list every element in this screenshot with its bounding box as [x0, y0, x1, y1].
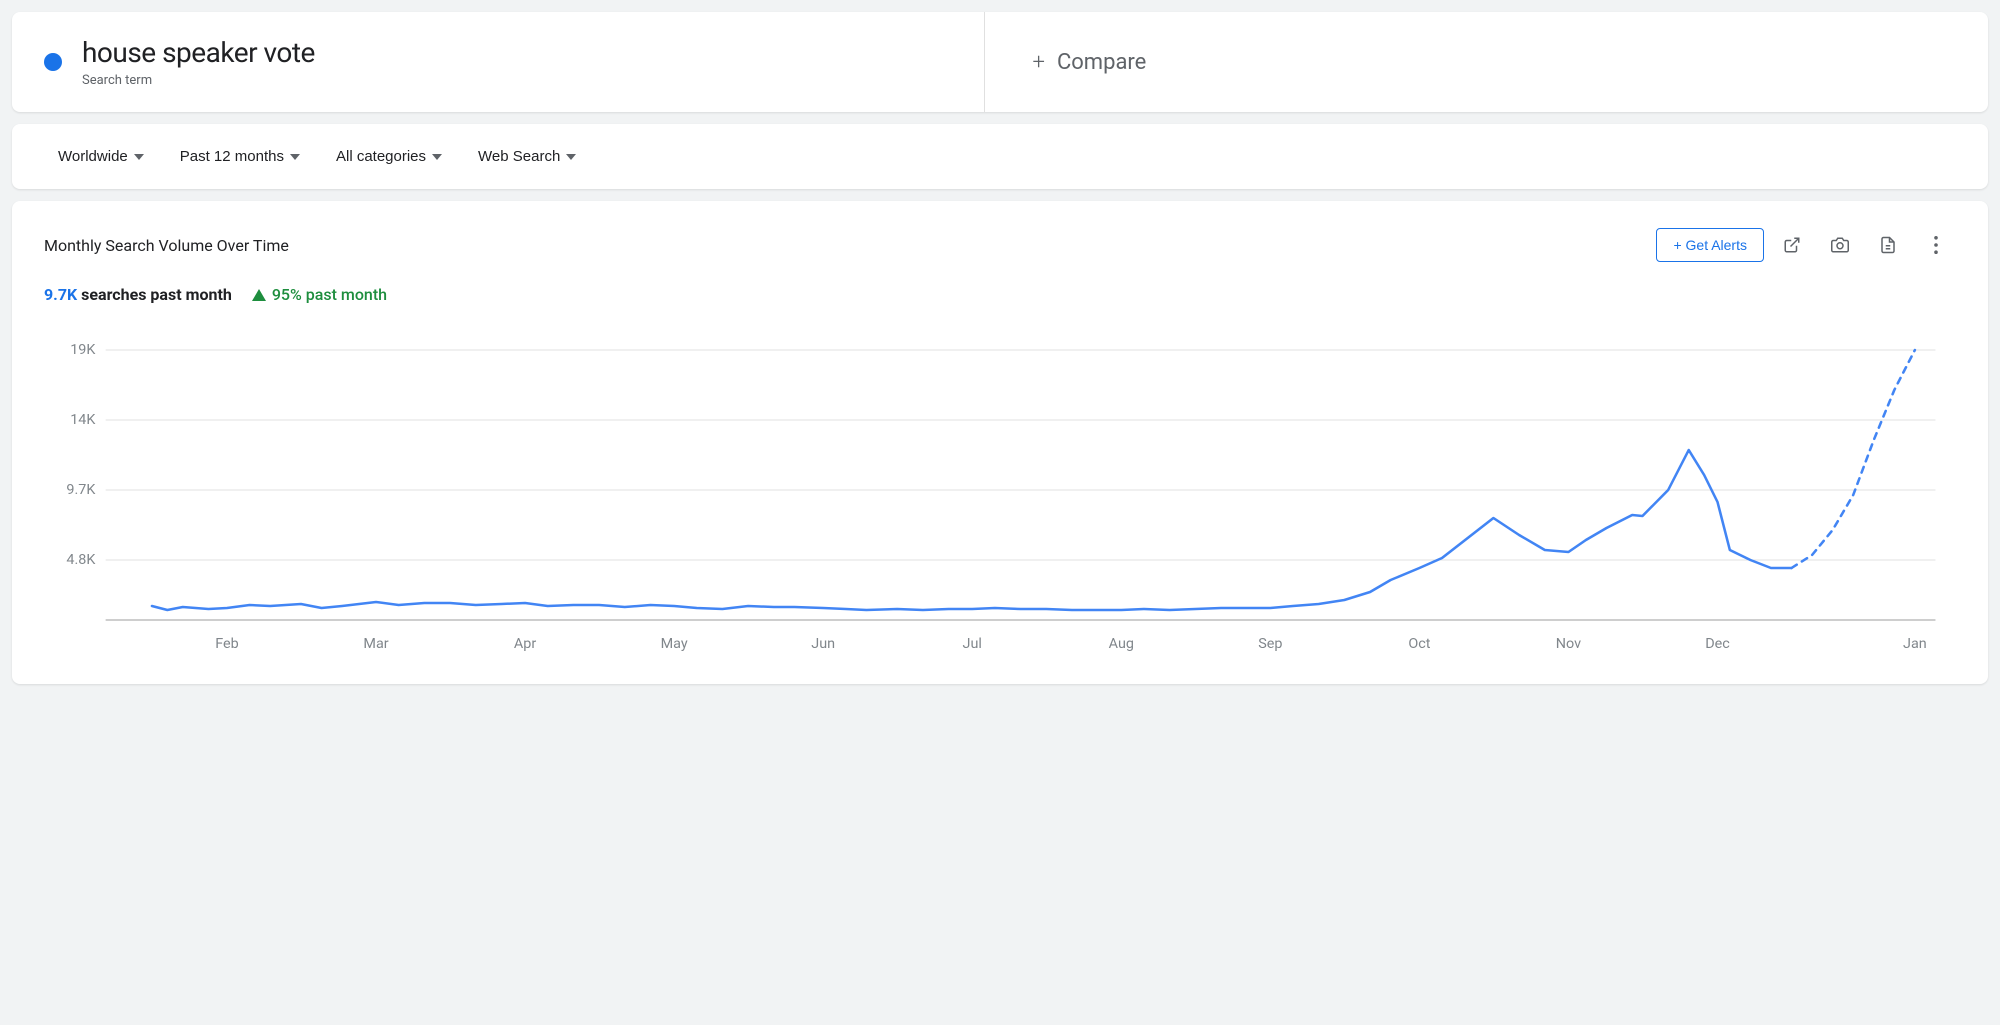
svg-text:Jan: Jan	[1903, 636, 1927, 652]
search-term-title: house speaker vote	[82, 36, 315, 69]
search-term-dot	[44, 53, 62, 71]
svg-text:Mar: Mar	[363, 636, 388, 652]
svg-text:Aug: Aug	[1109, 636, 1134, 652]
compare-section[interactable]: + Compare	[985, 12, 1989, 112]
filter-search-type[interactable]: Web Search	[464, 140, 590, 173]
filter-timeframe[interactable]: Past 12 months	[166, 140, 314, 173]
external-link-icon	[1783, 236, 1801, 254]
chart-actions: + Get Alerts	[1656, 225, 1956, 265]
svg-text:Sep: Sep	[1258, 636, 1282, 652]
chart-card: Monthly Search Volume Over Time + Get Al…	[12, 201, 1988, 684]
svg-text:19K: 19K	[70, 342, 95, 358]
stat-growth: 95% past month	[252, 285, 387, 304]
svg-text:9.7K: 9.7K	[66, 482, 95, 498]
filter-category[interactable]: All categories	[322, 140, 456, 173]
chart-title: Monthly Search Volume Over Time	[44, 236, 289, 255]
external-link-button[interactable]	[1772, 225, 1812, 265]
file-icon	[1879, 236, 1897, 254]
camera-icon	[1831, 236, 1849, 254]
stats-row: 9.7K searches past month 95% past month	[44, 285, 1956, 304]
svg-text:May: May	[661, 636, 688, 652]
svg-text:14K: 14K	[70, 412, 95, 428]
chevron-down-icon	[432, 154, 442, 160]
svg-text:Apr: Apr	[514, 636, 537, 652]
svg-text:Nov: Nov	[1556, 636, 1581, 652]
search-term-section: house speaker vote Search term	[12, 12, 985, 112]
svg-text:Jul: Jul	[963, 636, 982, 652]
get-alerts-label: + Get Alerts	[1673, 237, 1747, 253]
trend-line-dotted	[1792, 350, 1915, 568]
csv-button[interactable]	[1868, 225, 1908, 265]
chevron-down-icon	[290, 154, 300, 160]
chart-header: Monthly Search Volume Over Time + Get Al…	[44, 225, 1956, 265]
screenshot-button[interactable]	[1820, 225, 1860, 265]
svg-text:Dec: Dec	[1705, 636, 1730, 652]
filter-timeframe-label: Past 12 months	[180, 148, 284, 165]
svg-text:Feb: Feb	[215, 636, 239, 652]
trend-line-solid	[152, 450, 1792, 610]
filter-search-type-label: Web Search	[478, 148, 560, 165]
stat-searches: 9.7K searches past month	[44, 285, 232, 304]
search-term-sublabel: Search term	[82, 73, 315, 88]
search-term-text: house speaker vote Search term	[82, 36, 315, 88]
chart-area: 19K 14K 9.7K 4.8K Feb Mar Apr May Jun Ju…	[44, 320, 1956, 660]
growth-triangle-icon	[252, 289, 266, 301]
compare-label: Compare	[1057, 50, 1146, 75]
more-vert-icon	[1934, 236, 1938, 254]
filter-location[interactable]: Worldwide	[44, 140, 158, 173]
compare-plus-icon: +	[1033, 50, 1045, 75]
svg-text:4.8K: 4.8K	[66, 552, 95, 568]
more-options-button[interactable]	[1916, 225, 1956, 265]
stat-growth-value: 95% past month	[272, 285, 387, 304]
svg-text:Oct: Oct	[1408, 636, 1430, 652]
filter-category-label: All categories	[336, 148, 426, 165]
filters-card: Worldwide Past 12 months All categories …	[12, 124, 1988, 189]
chart-svg: 19K 14K 9.7K 4.8K Feb Mar Apr May Jun Ju…	[44, 320, 1956, 660]
get-alerts-button[interactable]: + Get Alerts	[1656, 228, 1764, 262]
chevron-down-icon	[566, 154, 576, 160]
filter-location-label: Worldwide	[58, 148, 128, 165]
main-container: house speaker vote Search term + Compare…	[0, 0, 2000, 1025]
top-card: house speaker vote Search term + Compare	[12, 12, 1988, 112]
chevron-down-icon	[134, 154, 144, 160]
svg-text:Jun: Jun	[811, 636, 835, 652]
